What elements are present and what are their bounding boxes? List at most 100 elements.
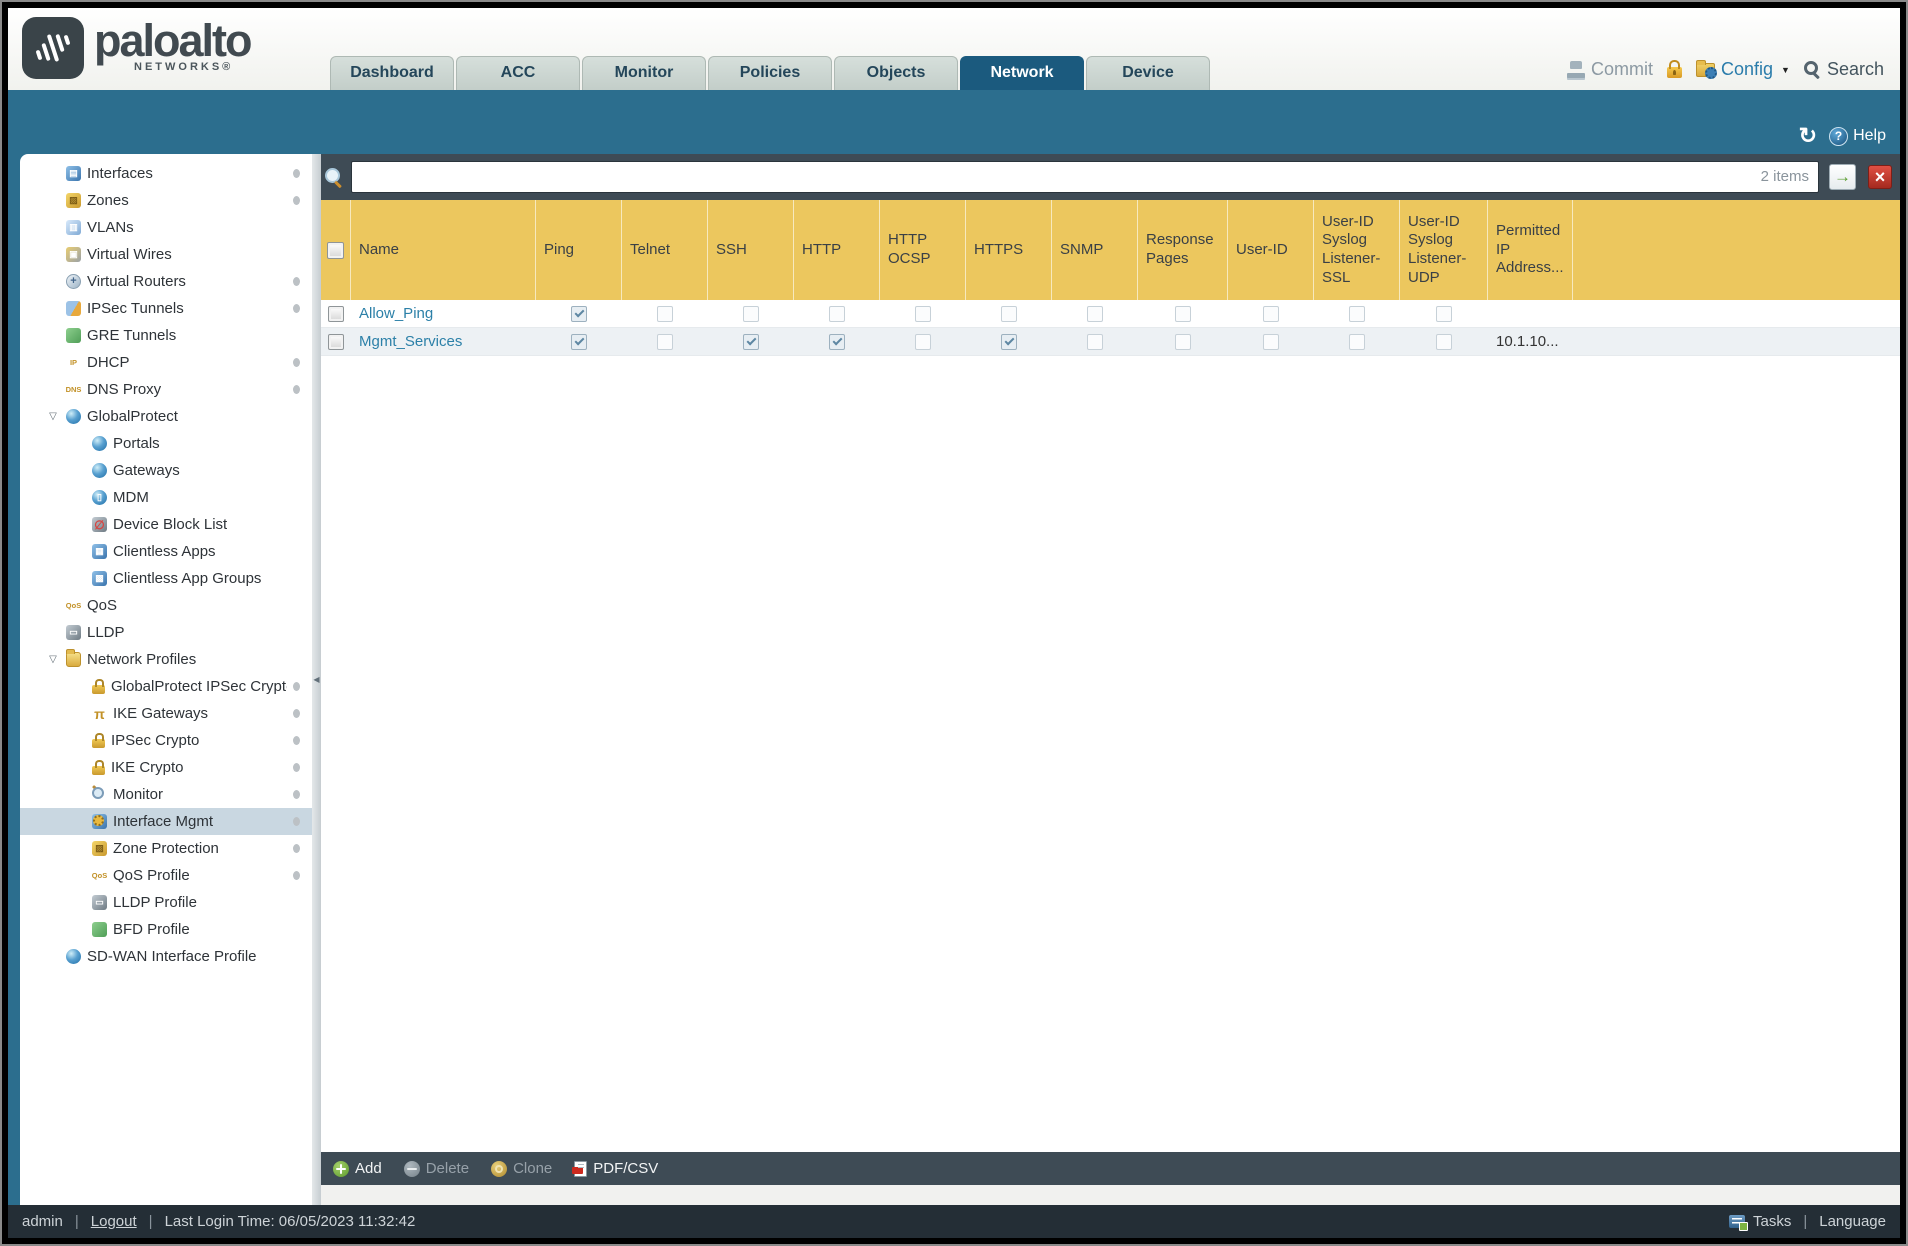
expander-icon[interactable]: ▽ [46, 654, 60, 665]
column-header-user-id-syslog-listener-udp[interactable]: User-ID Syslog Listener-UDP [1400, 200, 1488, 300]
row-filler-cell [1573, 328, 1900, 356]
sidebar-item-globalprotect-ipsec-crypto[interactable]: GlobalProtect IPSec Crypto [20, 673, 312, 700]
unchecked-checkbox-icon [1436, 333, 1452, 350]
global-search-button[interactable]: Search [1803, 59, 1884, 80]
commit-button[interactable]: Commit [1567, 59, 1653, 80]
column-header-ssh[interactable]: SSH [708, 200, 794, 300]
sidebar-item-gre-tunnels[interactable]: GRE Tunnels [20, 322, 312, 349]
config-icon [1696, 59, 1717, 79]
table-row-allow-ping[interactable]: Allow_Ping [321, 300, 1900, 328]
tab-network[interactable]: Network [960, 56, 1084, 90]
column-header-http-ocsp[interactable]: HTTP OCSP [880, 200, 966, 300]
expander-icon[interactable]: ▽ [46, 411, 60, 422]
add-button[interactable]: Add [333, 1160, 382, 1177]
sidebar-item-portals[interactable]: Portals [20, 430, 312, 457]
row-checkbox[interactable] [328, 305, 344, 322]
sidebar-item-globalprotect[interactable]: ▽ GlobalProtect [20, 403, 312, 430]
row-checkbox[interactable] [328, 333, 344, 350]
sidebar-item-interface-mgmt[interactable]: Interface Mgmt [20, 808, 312, 835]
column-header-telnet[interactable]: Telnet [622, 200, 708, 300]
row-select-cell [321, 300, 351, 328]
logout-link[interactable]: Logout [91, 1213, 137, 1230]
sidebar-item-virtual-wires[interactable]: Virtual Wires [20, 241, 312, 268]
sidebar-item-gateways[interactable]: Gateways [20, 457, 312, 484]
column-header-label: Name [359, 240, 400, 258]
sidebar-item-ike-gateways[interactable]: IKE Gateways [20, 700, 312, 727]
sidebar-item-lldp[interactable]: LLDP [20, 619, 312, 646]
language-button[interactable]: Language [1819, 1213, 1886, 1230]
filter-input[interactable] [351, 161, 1819, 193]
table-header-row: Name Ping Telnet SSH HTTP HTTP OCSP HTTPS SNMP R… [321, 200, 1900, 300]
column-header-response-pages[interactable]: Response Pages [1138, 200, 1228, 300]
tab-monitor[interactable]: Monitor [582, 56, 706, 90]
sidebar-item-dns-proxy[interactable]: DNS Proxy [20, 376, 312, 403]
sidebar-item-vlans[interactable]: VLANs [20, 214, 312, 241]
row-select-cell [321, 328, 351, 356]
row-name-link[interactable]: Allow_Ping [359, 305, 433, 322]
select-all-checkbox[interactable] [327, 241, 344, 259]
sidebar-item-qos-profile[interactable]: QoS Profile [20, 862, 312, 889]
checked-checkbox-icon [571, 305, 587, 322]
sidebar-item-network-profiles[interactable]: ▽ Network Profiles [20, 646, 312, 673]
column-header-snmp[interactable]: SNMP [1052, 200, 1138, 300]
vlans-icon [66, 220, 81, 235]
column-header-http[interactable]: HTTP [794, 200, 880, 300]
tab-dashboard[interactable]: Dashboard [330, 56, 454, 90]
network-profiles-icon [66, 649, 81, 667]
column-header-https[interactable]: HTTPS [966, 200, 1052, 300]
sidebar-item-qos[interactable]: QoS [20, 592, 312, 619]
column-header-user-id-syslog-listener-ssl[interactable]: User-ID Syslog Listener-SSL [1314, 200, 1400, 300]
help-button[interactable]: ? Help [1829, 126, 1886, 146]
sidebar-item-dhcp[interactable]: DHCP [20, 349, 312, 376]
sidebar-item-ipsec-tunnels[interactable]: IPSec Tunnels [20, 295, 312, 322]
pdf-csv-button[interactable]: PDF/CSV [572, 1160, 658, 1177]
checked-checkbox-icon [571, 333, 587, 350]
sidebar-item-zone-protection[interactable]: Zone Protection [20, 835, 312, 862]
globalprotect-icon [66, 409, 81, 424]
sidebar-item-ipsec-crypto[interactable]: IPSec Crypto [20, 727, 312, 754]
sidebar-collapse-handle[interactable]: ◀ [312, 154, 321, 1205]
snmp-cell [1052, 328, 1138, 356]
sidebar-item-mdm[interactable]: MDM [20, 484, 312, 511]
column-header-name[interactable]: Name [351, 200, 536, 300]
tab-policies[interactable]: Policies [708, 56, 832, 90]
sidebar-item-monitor[interactable]: Monitor [20, 781, 312, 808]
commit-label: Commit [1591, 59, 1653, 79]
column-header-label: Ping [544, 240, 575, 258]
sidebar-item-ike-crypto[interactable]: IKE Crypto [20, 754, 312, 781]
sidebar-item-clientless-apps[interactable]: Clientless Apps [20, 538, 312, 565]
sidebar-item-interfaces[interactable]: Interfaces [20, 160, 312, 187]
tab-objects[interactable]: Objects [834, 56, 958, 90]
column-header-ping[interactable]: Ping [536, 200, 622, 300]
sidebar-item-sd-wan-interface-profile[interactable]: SD-WAN Interface Profile [20, 943, 312, 970]
user-id-syslog-listener-ssl-cell [1314, 328, 1400, 356]
column-header-user-id[interactable]: User-ID [1228, 200, 1314, 300]
sidebar-item-lldp-profile[interactable]: LLDP Profile [20, 889, 312, 916]
qos-icon [66, 598, 81, 613]
item-dot [293, 358, 300, 367]
unchecked-checkbox-icon [1087, 333, 1103, 350]
row-name-link[interactable]: Mgmt_Services [359, 333, 462, 350]
tasks-button[interactable]: Tasks [1753, 1213, 1791, 1230]
tab-device[interactable]: Device [1086, 56, 1210, 90]
delete-icon [403, 1160, 420, 1177]
sidebar-item-zones[interactable]: Zones [20, 187, 312, 214]
select-all-header-cell [321, 200, 351, 300]
http-ocsp-cell [880, 328, 966, 356]
apply-filter-button[interactable] [1829, 164, 1856, 190]
column-header-permitted-ip-address[interactable]: Permitted IP Address... [1488, 200, 1573, 300]
http-cell [794, 328, 880, 356]
clear-filter-button[interactable] [1868, 165, 1892, 189]
interface-mgmt-table: Name Ping Telnet SSH HTTP HTTP OCSP HTTPS SNMP R… [321, 200, 1900, 356]
lock-icon[interactable] [1667, 60, 1682, 78]
sidebar-item-clientless-app-groups[interactable]: Clientless App Groups [20, 565, 312, 592]
tab-acc[interactable]: ACC [456, 56, 580, 90]
table-row-mgmt-services[interactable]: Mgmt_Services 10.1.10... [321, 328, 1900, 356]
sidebar-item-virtual-routers[interactable]: Virtual Routers [20, 268, 312, 295]
sidebar-item-bfd-profile[interactable]: BFD Profile [20, 916, 312, 943]
sidebar-item-device-block-list[interactable]: Device Block List [20, 511, 312, 538]
gre-tunnels-icon [66, 328, 81, 343]
config-button[interactable]: Config ▼ [1696, 59, 1790, 80]
refresh-icon[interactable]: ↻ [1799, 125, 1817, 147]
app-window: paloalto NETWORKS® Dashboard ACC Monitor Po… [0, 0, 1908, 1246]
